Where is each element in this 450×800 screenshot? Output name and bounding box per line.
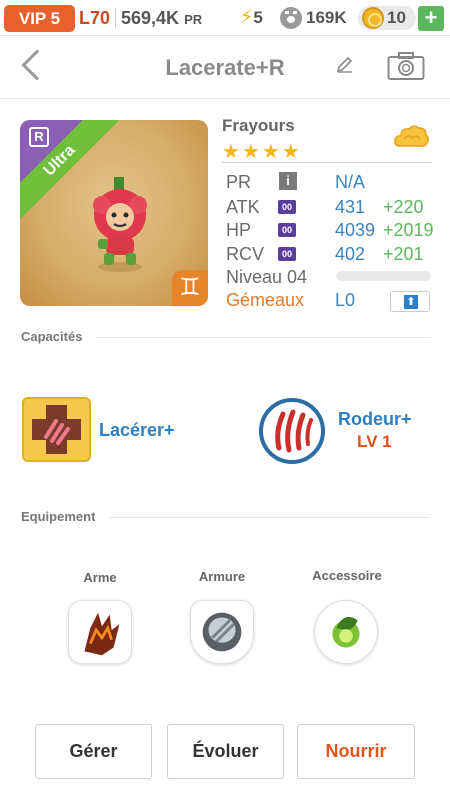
- lava-claw-icon: [84, 612, 120, 656]
- lightning-icon: ⚡: [240, 7, 254, 28]
- stat-label-pr: PR: [226, 172, 252, 192]
- cloud-icon[interactable]: [392, 122, 430, 152]
- stat-bonus-hp: +2019: [383, 220, 434, 240]
- info-icon[interactable]: i: [279, 172, 297, 190]
- stat-bonus-atk: +220: [383, 197, 424, 217]
- page-title: Lacerate+R: [165, 55, 285, 80]
- evolve-button[interactable]: Évoluer: [167, 724, 284, 779]
- equip-slot-weapon[interactable]: [68, 600, 132, 664]
- trait-name[interactable]: Rodeur+: [338, 409, 412, 430]
- section-title-abilities: Capacités: [21, 329, 83, 344]
- stat-label-atk: ATK: [226, 197, 260, 217]
- stat-label-rcv: RCV: [226, 244, 265, 264]
- monster-sprite: [93, 177, 147, 272]
- section-title-equipment: Equipement: [21, 509, 96, 524]
- zodiac-upgrade-button[interactable]: ⬆: [390, 291, 430, 312]
- status-bar: VIP 5 L70 569,4K PR ⚡5 169K 10 +: [0, 0, 450, 36]
- divider: [222, 162, 432, 163]
- equip-label-accessory: Accessoire: [312, 568, 382, 583]
- stat-label-hp: HP: [226, 220, 252, 240]
- stat-potential-icon: 00: [278, 247, 296, 261]
- skill-name[interactable]: Lacérer+: [99, 420, 175, 441]
- coin-counter: 10: [387, 8, 406, 27]
- divider: [115, 8, 116, 28]
- manage-button[interactable]: Gérer: [35, 724, 152, 779]
- equip-slot-armor[interactable]: [190, 600, 254, 664]
- paw-icon: [280, 7, 302, 29]
- power-unit: PR: [184, 12, 203, 27]
- coin-icon: [362, 7, 384, 29]
- green-gem-icon: [332, 616, 360, 648]
- equip-slot-accessory[interactable]: [314, 600, 378, 664]
- equip-label-weapon: Arme: [83, 570, 117, 585]
- armor-shield-icon: [202, 612, 242, 652]
- player-level: L70: [79, 8, 111, 28]
- energy-value: 5: [253, 8, 263, 27]
- rarity-letter-badge: R: [29, 127, 49, 147]
- stat-bonus-rcv: +201: [383, 244, 424, 264]
- star-rating: ★★★★: [222, 141, 302, 163]
- stat-value-rcv: 402: [335, 244, 366, 264]
- claw-marks-icon[interactable]: [259, 398, 325, 464]
- header: Lacerate+R: [0, 37, 450, 99]
- stat-value-atk: 431: [335, 197, 366, 217]
- power-value: 569,4K: [121, 8, 180, 28]
- paw-counter[interactable]: 169K: [306, 6, 347, 30]
- monster-name: Frayours: [222, 116, 295, 135]
- add-coins-button[interactable]: +: [418, 6, 444, 31]
- feed-button[interactable]: Nourrir: [297, 724, 415, 779]
- player-power: 569,4K PR: [121, 6, 202, 32]
- equip-label-armor: Armure: [198, 569, 246, 584]
- cross-claw-icon: [32, 405, 81, 454]
- zodiac-level: L0: [335, 290, 356, 310]
- stat-potential-icon: 00: [278, 200, 296, 214]
- lacerate-skill-icon[interactable]: [22, 397, 91, 462]
- vip-badge[interactable]: VIP 5: [4, 5, 75, 32]
- zodiac-name: Gémeaux: [226, 290, 305, 310]
- energy-counter[interactable]: ⚡5: [240, 6, 263, 30]
- divider: [110, 517, 430, 518]
- level-progress-bar: [336, 271, 431, 281]
- arrow-up-icon: ⬆: [404, 295, 418, 309]
- stat-potential-icon: 00: [278, 223, 296, 237]
- monster-portrait[interactable]: R Ultra ♊: [20, 120, 208, 306]
- stat-value-hp: 4039: [335, 220, 376, 240]
- camera-icon[interactable]: [387, 51, 425, 81]
- claw-icon: [275, 409, 313, 453]
- zodiac-gemini-icon: ♊: [172, 270, 208, 306]
- trait-level: LV 1: [357, 432, 392, 451]
- level-label: Niveau 04: [226, 267, 308, 287]
- divider: [96, 337, 430, 338]
- pencil-icon[interactable]: [336, 55, 354, 73]
- stat-value-pr: N/A: [335, 172, 366, 192]
